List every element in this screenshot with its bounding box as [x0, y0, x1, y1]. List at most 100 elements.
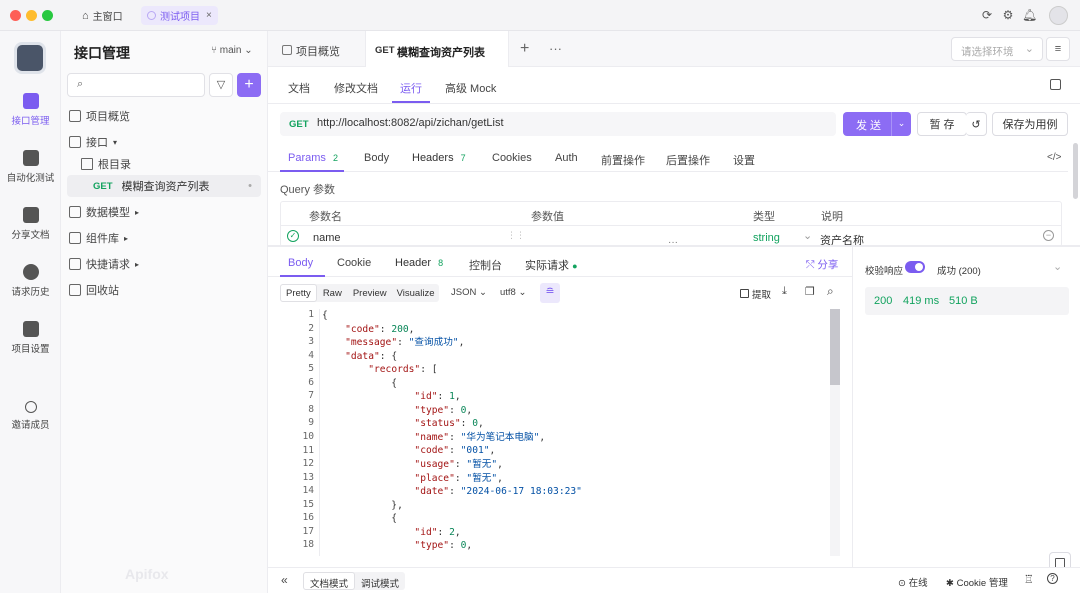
type-chevron-icon[interactable]: ⌄	[803, 229, 812, 242]
close-tab-icon[interactable]: ×	[206, 10, 212, 21]
cookie-manager-button[interactable]: ✱ Cookie 管理	[946, 575, 1008, 589]
code-scrollbar-thumb[interactable]	[830, 309, 840, 385]
help-icon[interactable]: ?	[1047, 573, 1058, 584]
online-status[interactable]: ⊙ 在线	[898, 575, 928, 589]
extract-icon	[740, 289, 749, 298]
save-draft-button[interactable]: 暂 存	[917, 112, 967, 136]
reset-button[interactable]: ↺	[966, 112, 987, 136]
line-number: 8	[308, 403, 314, 415]
code-token: :	[454, 459, 467, 471]
line-number-gutter: 1 2 3 4 5 6 7 8 9 10 11 12 13 14 15 16 17 18	[280, 309, 316, 556]
rail-item-api[interactable]: 接口管理	[0, 93, 61, 127]
view-raw[interactable]: Raw	[317, 284, 348, 302]
layout-toggle-icon[interactable]	[1050, 79, 1061, 90]
more-tabs-icon[interactable]: ···	[549, 41, 562, 56]
tree-item-overview[interactable]: 项目概览	[69, 105, 130, 127]
search-icon[interactable]: ⌕	[827, 284, 834, 299]
filter-button[interactable]: ▽	[209, 73, 233, 97]
validate-toggle[interactable]	[905, 261, 925, 273]
search-input[interactable]: ⌕	[67, 73, 205, 97]
menu-button[interactable]: ≡	[1046, 37, 1070, 61]
response-tab-actual[interactable]: 实际请求 ●	[525, 257, 578, 273]
copy-icon[interactable]: ❐	[805, 285, 815, 298]
tab-body[interactable]: Body	[364, 152, 389, 164]
debug-mode-button[interactable]: 调试模式	[355, 572, 405, 590]
maximize-window-button[interactable]	[42, 10, 53, 21]
project-logo[interactable]	[14, 42, 46, 74]
share-button[interactable]: ⤲ 分享	[806, 257, 838, 272]
more-dot-icon[interactable]: •	[248, 180, 252, 192]
response-tab-header[interactable]: Header 8	[395, 257, 443, 269]
tree-item-trash[interactable]: 回收站	[69, 279, 119, 301]
avatar[interactable]	[1049, 6, 1068, 25]
tree-item-api[interactable]: 接口 ▾	[69, 131, 117, 153]
doc-mode-button[interactable]: 文档模式	[303, 572, 356, 590]
tree-item-endpoint[interactable]: GET 模糊查询资产列表 •	[67, 175, 261, 197]
response-tab-cookie[interactable]: Cookie	[337, 257, 371, 269]
tree-item-components[interactable]: 组件库 ▸	[69, 227, 128, 249]
send-options-chevron-icon[interactable]: ⌄	[891, 112, 911, 136]
view-preview[interactable]: Preview	[348, 284, 392, 302]
tab-overview[interactable]: 项目概览	[282, 43, 340, 59]
tree-item-quick[interactable]: 快捷请求 ▸	[69, 253, 139, 275]
gear-icon[interactable]: ⚙	[1001, 8, 1015, 22]
caret-right-icon: ▸	[124, 233, 129, 243]
minimize-window-button[interactable]	[26, 10, 37, 21]
response-tab-console[interactable]: 控制台	[469, 257, 502, 273]
response-tab-body[interactable]: Body	[288, 257, 313, 269]
tab-auth[interactable]: Auth	[555, 152, 578, 164]
collapse-panel-icon[interactable]: «	[281, 573, 288, 587]
subtab-run[interactable]: 运行	[400, 80, 422, 96]
code-line: "id": 2,	[320, 526, 827, 540]
download-icon[interactable]: ⤓	[782, 285, 787, 298]
view-pretty[interactable]: Pretty	[280, 284, 317, 302]
subtab-mock[interactable]: 高级 Mock	[445, 80, 496, 96]
tab-params[interactable]: Params 2	[288, 152, 338, 164]
tab-cookies[interactable]: Cookies	[492, 152, 532, 164]
send-button[interactable]: 发 送 ⌄	[843, 112, 911, 136]
enabled-check-icon[interactable]: ✓	[287, 230, 299, 242]
encoding-select[interactable]: utf8 ⌄	[500, 287, 526, 298]
tab-pre-ops[interactable]: 前置操作	[601, 152, 645, 168]
subtab-edit[interactable]: 修改文档	[334, 80, 378, 96]
drag-handle-icon[interactable]: ⋮⋮	[507, 230, 525, 241]
tab-settings[interactable]: 设置	[733, 152, 755, 168]
close-window-button[interactable]	[10, 10, 21, 21]
tab-post-ops[interactable]: 后置操作	[666, 152, 710, 168]
format-select[interactable]: JSON ⌄	[451, 287, 487, 298]
chevron-down-icon[interactable]: ⌄	[1053, 260, 1062, 273]
request-scrollbar[interactable]	[1073, 143, 1078, 199]
status-dot-icon: ●	[572, 261, 578, 271]
home-tab[interactable]: ⌂ 主窗口	[76, 6, 129, 25]
code-icon[interactable]: </>	[1047, 152, 1061, 163]
toolbox-icon[interactable]: ♖	[1024, 573, 1034, 586]
save-as-case-button[interactable]: 保存为用例	[992, 112, 1068, 136]
rail-item-history[interactable]: 请求历史	[0, 264, 61, 298]
rail-item-invite[interactable]: 邀请成员	[0, 401, 61, 431]
wrap-toggle-button[interactable]: ≘	[540, 283, 560, 303]
tree-item-models[interactable]: 数据模型 ▸	[69, 201, 139, 223]
code-token: {	[322, 377, 398, 389]
project-tab[interactable]: 测试项目 ×	[141, 6, 218, 25]
rail-item-share-doc[interactable]: 分享文档	[0, 207, 61, 241]
code-token: :	[449, 431, 461, 443]
new-tab-button[interactable]: +	[520, 40, 529, 58]
rail-item-settings[interactable]: 项目设置	[0, 321, 61, 355]
tree-item-root[interactable]: 根目录	[81, 153, 131, 175]
subtab-doc[interactable]: 文档	[288, 80, 310, 96]
refresh-icon[interactable]: ⟳	[980, 8, 994, 22]
view-visualize[interactable]: Visualize	[392, 284, 440, 302]
add-button[interactable]: +	[237, 73, 261, 97]
bell-icon[interactable]: 🔔︎	[1022, 8, 1037, 22]
branch-selector[interactable]: ⑂ main ⌄	[211, 45, 253, 56]
rail-item-automation[interactable]: 自动化测试	[0, 150, 61, 184]
url-input[interactable]: GET http://localhost:8082/api/zichan/get…	[280, 112, 836, 136]
extract-button[interactable]: 提取	[740, 287, 771, 301]
tab-active-endpoint[interactable]: GET 模糊查询资产列表	[365, 31, 509, 67]
remove-row-icon[interactable]: −	[1043, 230, 1054, 241]
response-code-editor[interactable]: 1 2 3 4 5 6 7 8 9 10 11 12 13 14 15 16 17 18 { "code": 20…	[280, 309, 840, 556]
tab-headers[interactable]: Headers 7	[412, 152, 466, 164]
environment-select[interactable]: 请选择环境 ⌄	[951, 37, 1043, 61]
